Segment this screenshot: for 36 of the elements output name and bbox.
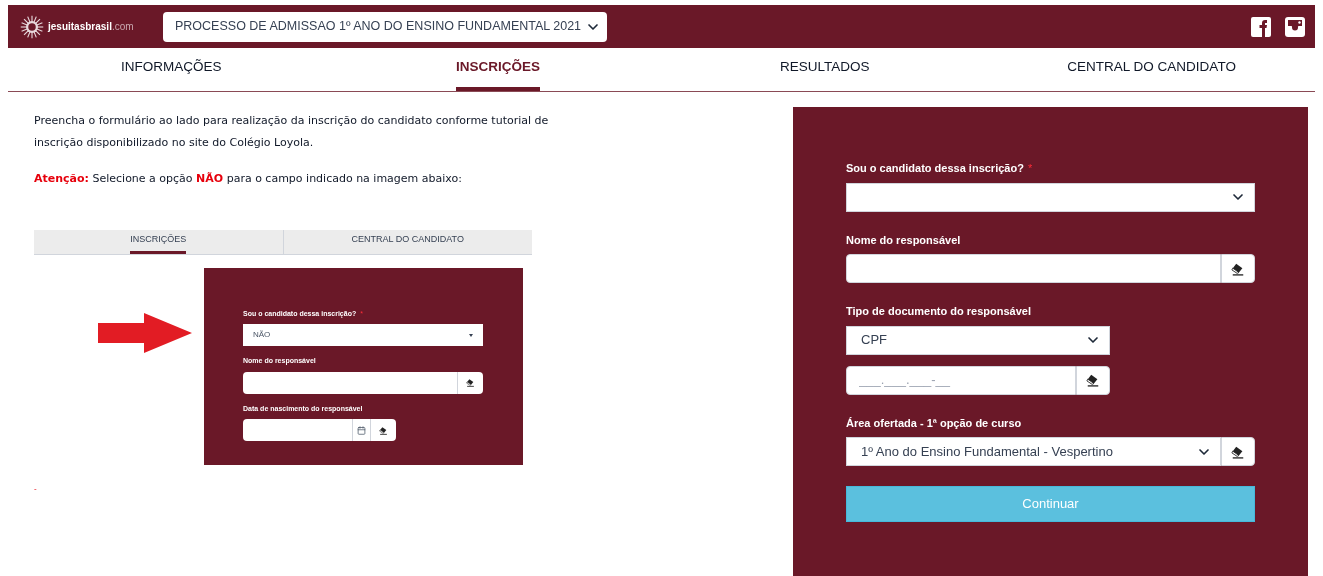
select-field[interactable]: CPF bbox=[846, 325, 1110, 355]
facebook-icon[interactable] bbox=[1251, 16, 1271, 37]
brand-logo[interactable]: jesuitasbrasil.com bbox=[48, 19, 134, 34]
tab-label: INSCRIÇÕES bbox=[130, 229, 187, 254]
select-field: NÃO bbox=[243, 324, 483, 346]
process-select[interactable]: PROCESSO DE ADMISSAO 1º ANO DO ENSINO FUNDAMENTAL 2021 bbox=[163, 11, 607, 42]
nav-tab[interactable]: RESULTADOS bbox=[780, 48, 870, 91]
select-field[interactable]: 1º Ano do Ensino Fundamental - Vespertino bbox=[846, 437, 1221, 466]
clear-button[interactable] bbox=[1221, 437, 1255, 466]
eraser-icon bbox=[466, 378, 475, 387]
arrow-icon bbox=[98, 312, 192, 353]
select-field[interactable] bbox=[846, 182, 1255, 212]
field-label: Sou o candidato dessa inscrição? bbox=[846, 161, 1024, 176]
field-label: Nome do responsável bbox=[846, 232, 961, 248]
eraser-icon bbox=[1231, 261, 1245, 276]
sun-emblem-icon bbox=[20, 14, 44, 39]
nav-tab[interactable]: INSCRIÇÕES bbox=[456, 48, 541, 91]
eraser-icon bbox=[1086, 373, 1100, 387]
nav-tab[interactable]: INFORMAÇÕES bbox=[121, 48, 222, 91]
footnote-text: - bbox=[34, 482, 38, 495]
eraser-icon bbox=[379, 425, 388, 435]
tab-label: CENTRAL DO CANDIDATO bbox=[351, 233, 464, 247]
input-field[interactable] bbox=[846, 254, 1221, 283]
field-label: Tipo de documento do responsável bbox=[846, 304, 1031, 319]
field-label: Área ofertada - 1ª opção de curso bbox=[846, 415, 1022, 431]
intro-paragraph: Preencha o formulário ao lado para realização da inscrição do candidato conforme tutorial de inscrição disponibilizado no site do Colégio Loyola. bbox=[34, 113, 550, 151]
nav-tab[interactable]: CENTRAL DO CANDIDATO bbox=[1067, 48, 1236, 91]
eraser-icon bbox=[1231, 444, 1245, 459]
instagram-icon[interactable] bbox=[1285, 16, 1305, 37]
calendar-icon bbox=[357, 425, 366, 435]
notice-text: Atenção: Selecione a opção NÃO para o campo indicado na imagem abaixo: bbox=[34, 171, 463, 187]
clear-button[interactable] bbox=[1221, 254, 1255, 283]
clear-button[interactable] bbox=[1076, 365, 1110, 395]
required-mark: * bbox=[1027, 161, 1033, 176]
input-field[interactable]: ___.___.___-__ bbox=[846, 365, 1076, 395]
caret-icon bbox=[469, 333, 473, 337]
